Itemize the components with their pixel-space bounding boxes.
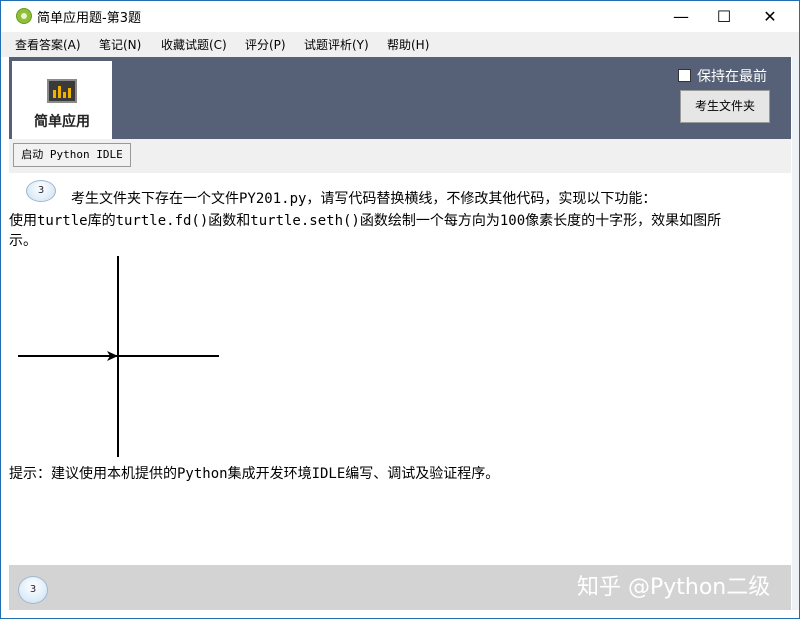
menu-notes[interactable]: 笔记(N) [99,36,141,53]
question-text-line3: 示。 [9,233,37,249]
question-content: 3 考生文件夹下存在一个文件PY201.py，请写代码替换横线，不修改其他代码，… [9,173,791,565]
question-text-line2: 使用turtle库的turtle.fd()函数和turtle.seth()函数绘… [9,213,722,229]
keep-on-top-checkbox[interactable] [678,69,691,82]
menu-bar: 查看答案(A) 笔记(N) 收藏试题(C) 评分(P) 试题评析(Y) 帮助(H… [1,32,799,57]
header-panel: 简单应用 保持在最前 考生文件夹 [9,57,791,139]
title-bar[interactable]: 简单应用题-第3题 — ☐ ✕ [1,1,799,32]
app-window: 简单应用题-第3题 — ☐ ✕ 查看答案(A) 笔记(N) 收藏试题(C) 评分… [0,0,800,619]
exam-folder-button[interactable]: 考生文件夹 [680,90,770,123]
menu-score[interactable]: 评分(P) [245,36,286,53]
keep-on-top-toggle[interactable]: 保持在最前 [678,66,767,86]
menu-view-answer[interactable]: 查看答案(A) [15,36,81,53]
simple-application-tile[interactable]: 简单应用 [12,61,112,139]
menu-analysis[interactable]: 试题评析(Y) [304,36,369,53]
tile-label: 简单应用 [34,114,90,130]
question-text-line1: 考生文件夹下存在一个文件PY201.py，请写代码替换横线，不修改其他代码，实现… [71,191,657,207]
app-logo-icon [16,8,32,24]
scroll-track [792,57,799,610]
close-button[interactable]: ✕ [747,1,793,32]
cross-shape-figure [18,256,219,457]
menu-favorite[interactable]: 收藏试题(C) [161,36,227,53]
minimize-button[interactable]: — [658,1,704,32]
watermark-text: 知乎 @Python二级 [577,575,771,600]
maximize-button[interactable]: ☐ [701,1,747,32]
keep-on-top-label: 保持在最前 [697,69,767,85]
chart-icon [47,79,77,103]
toolbar: 启动 Python IDLE [9,139,791,173]
bottom-bar: 3 知乎 @Python二级 [9,565,791,610]
launch-idle-button[interactable]: 启动 Python IDLE [13,143,131,167]
question-nav-badge[interactable]: 3 [18,576,48,604]
menu-help[interactable]: 帮助(H) [387,36,429,53]
hint-text: 提示：建议使用本机提供的Python集成开发环境IDLE编写、调试及验证程序。 [9,466,500,482]
window-title: 简单应用题-第3题 [37,11,141,26]
question-number-badge: 3 [26,180,56,202]
